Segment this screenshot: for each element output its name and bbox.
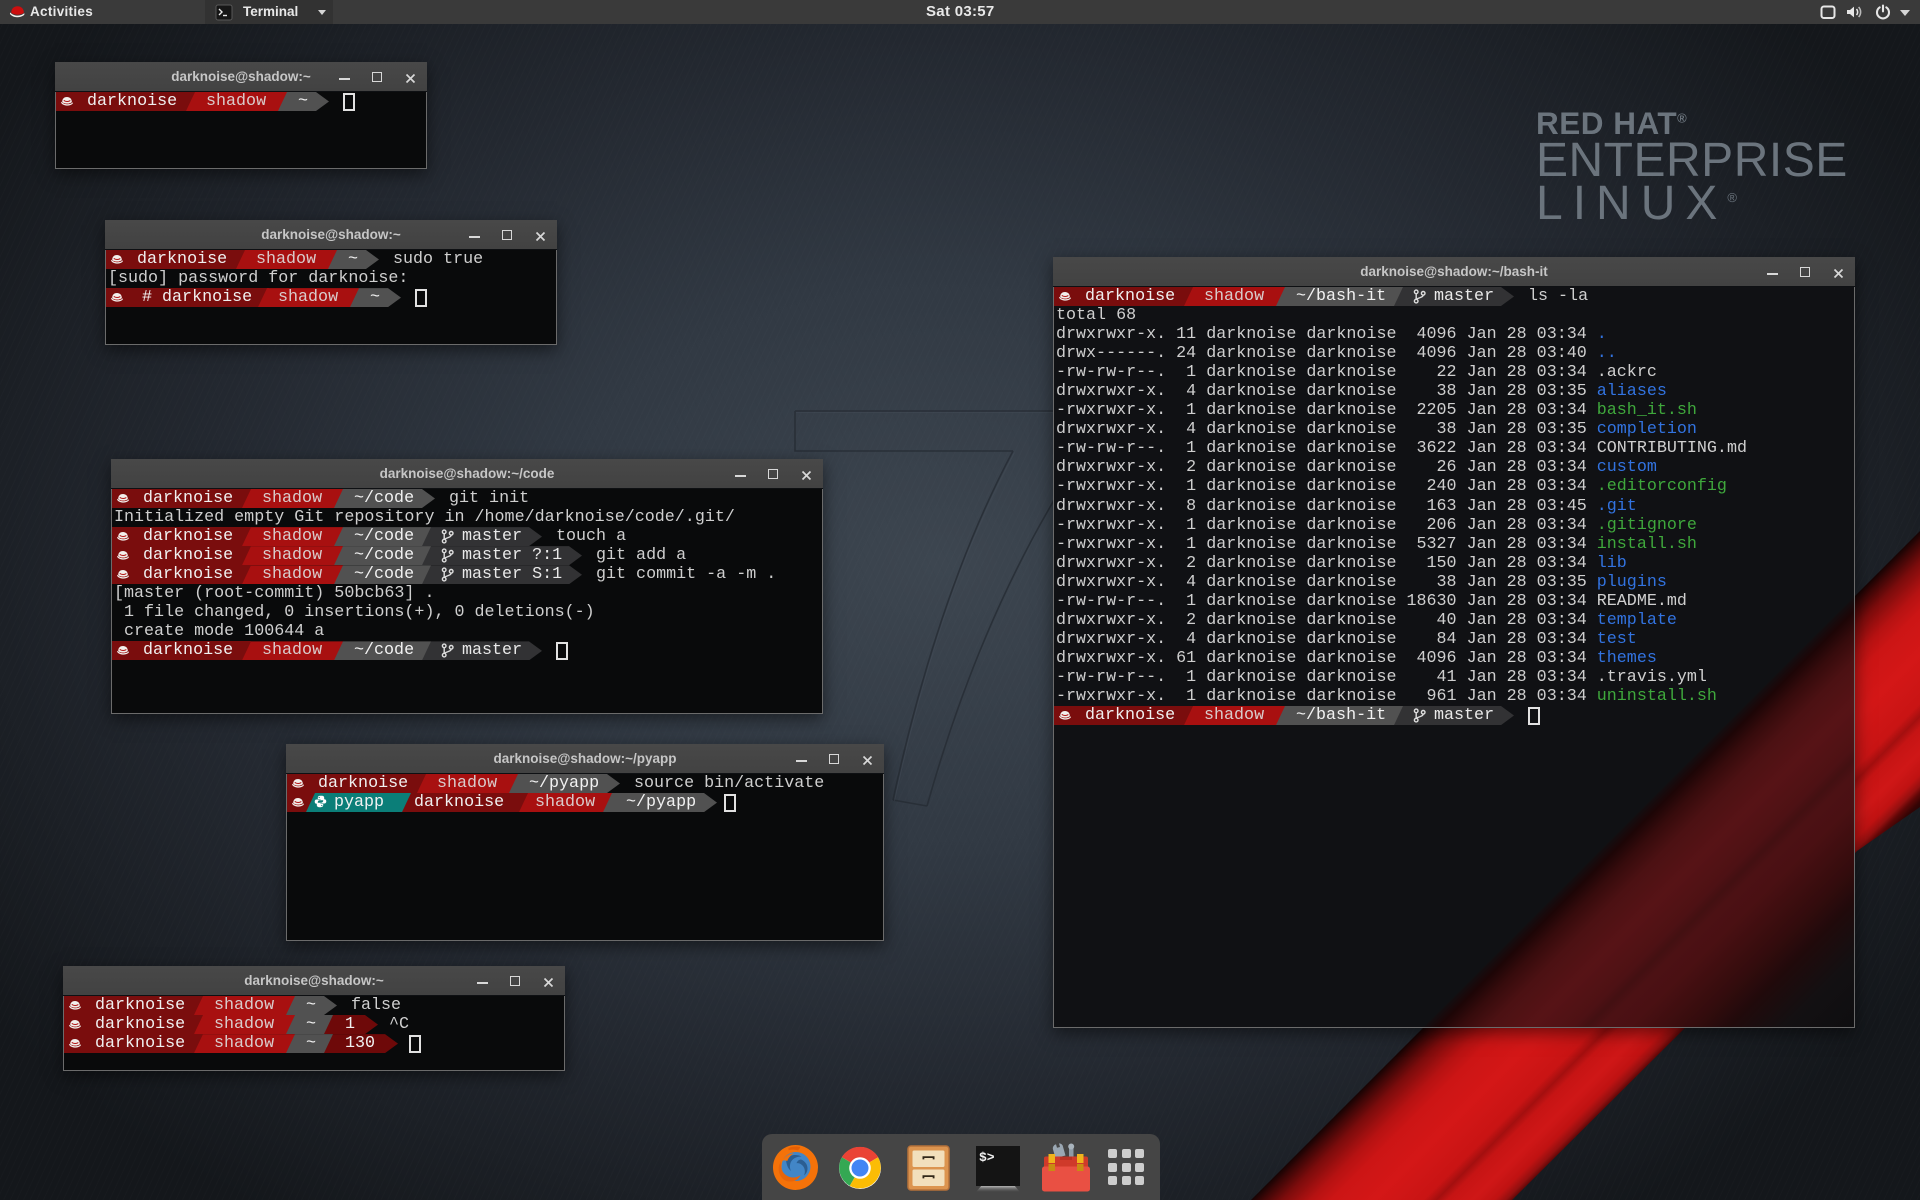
- svg-text:$>: $>: [979, 1150, 995, 1165]
